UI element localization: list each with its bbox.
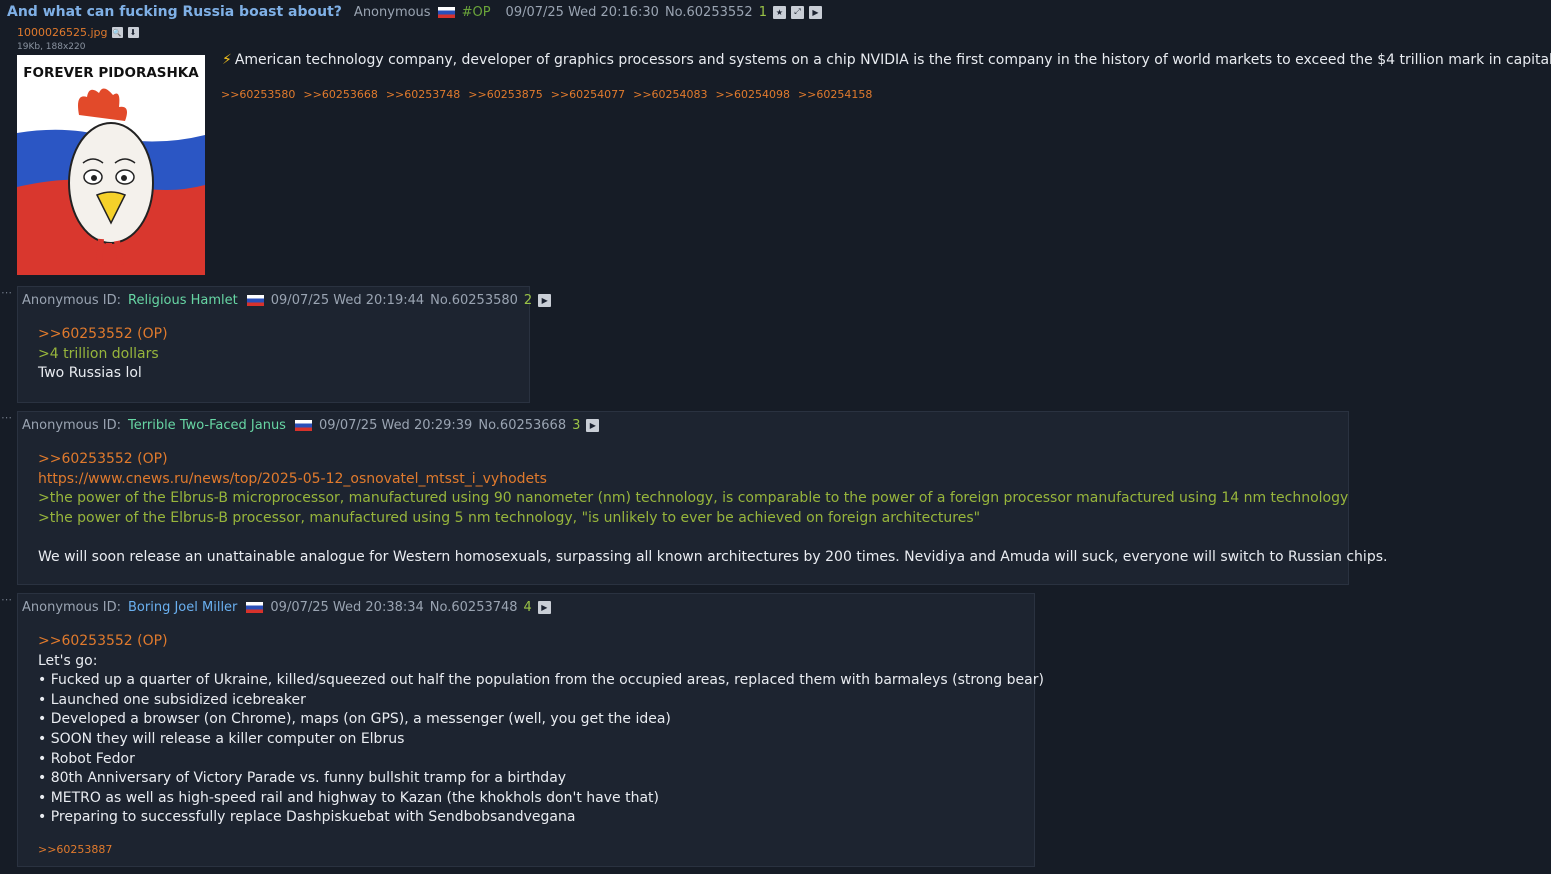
list-item: • Robot Fedor [38,750,135,767]
russia-flag-icon [437,6,455,18]
reply-body: >>60253552 (OP) Let's go: • Fucked up a … [38,632,1044,828]
text-line: Two Russias lol [38,365,142,382]
poster-name: Anonymous ID: [22,599,122,615]
post-menu-dots-icon[interactable]: ⋯ [1,286,13,299]
post-date: 09/07/25 Wed 20:29:39 [318,417,473,433]
play-icon[interactable]: ▶ [586,418,600,432]
russia-flag-icon [246,601,264,613]
play-icon[interactable]: ▶ [537,600,551,614]
list-item: • SOON they will release a killer comput… [38,730,405,747]
reply-link[interactable]: >>60253580 [221,88,295,101]
post-number[interactable]: No.60253668 [478,418,566,433]
poster-id: Terrible Two-Faced Janus [128,417,286,433]
text-line: Let's go: [38,652,98,669]
file-info: 1000026525.jpg 🔍 ⬇ [17,26,144,39]
backlink[interactable]: >>60253887 [38,843,112,856]
list-item: • Launched one subsidized icebreaker [38,691,306,708]
post-date: 09/07/25 Wed 20:38:34 [270,599,424,615]
list-item: • Fucked up a quarter of Ukraine, killed… [38,672,1044,689]
russia-flag-icon [246,294,264,306]
list-item: • Preparing to successfully replace Dash… [38,809,576,826]
post-menu-dots-icon[interactable]: ⋯ [1,411,13,424]
post-count: 4 [523,599,532,615]
poster-name: Anonymous ID: [22,417,122,433]
reply-link[interactable]: >>60253748 [386,88,460,101]
post-number[interactable]: No.60253580 [430,293,518,308]
greentext-line: >the power of the Elbrus-B processor, ma… [38,509,981,526]
post-count: 3 [572,417,581,433]
post-count: 2 [523,292,533,308]
post-date: 09/07/25 Wed 20:16:30 [505,4,659,20]
greentext-line: >the power of the Elbrus-B microprocesso… [38,490,1349,507]
thread-subject: And what can fucking Russia boast about? [7,4,342,20]
op-image-thumbnail[interactable]: FOREVER PIDORASHKA [17,55,205,275]
reply-link[interactable]: >>60254083 [633,88,707,101]
reply-link[interactable]: >>60253668 [303,88,377,101]
play-icon[interactable]: ▶ [538,293,552,307]
reply-link[interactable]: >>60254158 [798,88,872,101]
quote-link[interactable]: >>60253552 (OP) [38,325,168,345]
file-meta: 19Kb, 188x220 [17,42,86,52]
reply-body: >>60253552 (OP) https://www.cnews.ru/new… [38,450,1387,568]
op-header: And what can fucking Russia boast about?… [7,3,827,21]
reply-post: Anonymous ID: Religious Hamlet 09/07/25 … [17,286,552,403]
text-line: We will soon release an unattainable ana… [38,548,1388,565]
greentext-line: >4 trillion dollars [38,345,159,362]
favorite-star-icon[interactable]: ★ [772,5,786,19]
quote-link[interactable]: >>60253552 (OP) [38,632,1044,652]
post-count: 1 [758,4,767,20]
search-icon[interactable]: 🔍 [111,27,123,38]
reply-body: >>60253552 (OP) >4 trillion dollars Two … [38,325,168,384]
post-date: 09/07/25 Wed 20:19:44 [270,292,425,308]
russia-flag-icon [294,419,312,431]
reply-header: Anonymous ID: Terrible Two-Faced Janus 0… [22,416,604,434]
reply-header: Anonymous ID: Religious Hamlet 09/07/25 … [22,291,556,309]
post-menu-dots-icon[interactable]: ⋯ [1,593,13,606]
poster-id: Religious Hamlet [128,292,238,308]
reply-link[interactable]: >>60254098 [716,88,790,101]
list-item: • Developed a browser (on Chrome), maps … [38,711,671,728]
list-item: • METRO as well as high-speed rail and h… [38,789,659,806]
list-item: • 80th Anniversary of Victory Parade vs.… [38,770,567,787]
expand-icon[interactable]: ⤢ [790,5,804,19]
op-tag: #OP [461,4,491,20]
download-icon[interactable]: ⬇ [127,27,139,38]
op-post-text: ⚡ American technology company, developer … [222,52,1551,68]
op-body: American technology company, developer o… [234,52,1551,68]
post-number[interactable]: No.60253552 [665,5,753,20]
chicken-meme-image: FOREVER PIDORASHKA [17,55,205,275]
lightning-icon: ⚡ [222,52,232,68]
image-caption: FOREVER PIDORASHKA [23,65,199,81]
play-icon[interactable]: ▶ [808,5,822,19]
reply-post: Anonymous ID: Terrible Two-Faced Janus 0… [17,411,1387,585]
poster-id: Boring Joel Miller [128,599,238,615]
reply-post: Anonymous ID: Boring Joel Miller 09/07/2… [17,593,1044,867]
op-replies: >>60253580 >>60253668 >>60253748 >>60253… [221,88,872,101]
poster-name: Anonymous ID: [22,292,122,308]
quote-link[interactable]: >>60253552 (OP) [38,450,1387,470]
reply-header: Anonymous ID: Boring Joel Miller 09/07/2… [22,598,556,616]
external-link[interactable]: https://www.cnews.ru/news/top/2025-05-12… [38,470,1387,490]
reply-link[interactable]: >>60253875 [468,88,542,101]
reply-link[interactable]: >>60254077 [551,88,625,101]
poster-name: Anonymous [353,4,431,20]
post-number[interactable]: No.60253748 [430,600,518,615]
file-name-link[interactable]: 1000026525.jpg [17,26,108,39]
